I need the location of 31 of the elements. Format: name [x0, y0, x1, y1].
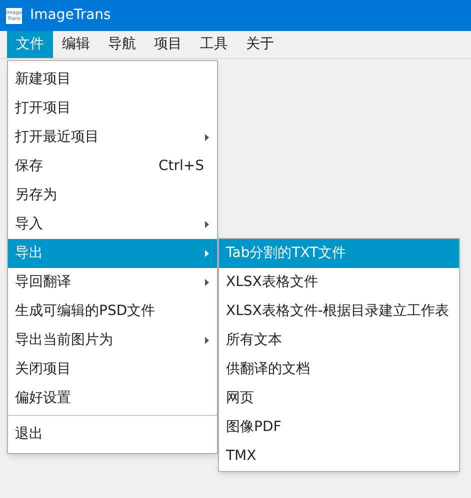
- menu-item[interactable]: 另存为: [8, 181, 217, 210]
- menu-item[interactable]: 偏好设置: [8, 384, 217, 413]
- shortcut-label: Ctrl+S: [158, 157, 204, 176]
- menu-item[interactable]: 导出当前图片为: [8, 326, 217, 355]
- menu-item[interactable]: XLSX表格文件: [219, 268, 459, 297]
- menu-item[interactable]: 打开最近项目: [8, 123, 217, 152]
- menu-item[interactable]: 图像PDF: [219, 413, 459, 442]
- menu-bar-item[interactable]: 编辑: [53, 31, 99, 58]
- menu-item[interactable]: 生成可编辑的PSD文件: [8, 297, 217, 326]
- menu-item[interactable]: 网页: [219, 384, 459, 413]
- submenu-arrow-icon: [205, 337, 209, 344]
- menu-item[interactable]: 所有文本: [219, 326, 459, 355]
- submenu-arrow-icon: [205, 221, 209, 228]
- menu-item[interactable]: 导入: [8, 210, 217, 239]
- menu-bar-item[interactable]: 工具: [191, 31, 237, 58]
- menu-bar-item[interactable]: 导航: [99, 31, 145, 58]
- menu-item[interactable]: 打开项目: [8, 94, 217, 123]
- menu-item[interactable]: XLSX表格文件-根据目录建立工作表: [219, 297, 459, 326]
- submenu-arrow-icon: [205, 134, 209, 141]
- submenu-arrow-icon: [205, 279, 209, 286]
- menu-item[interactable]: 导回翻译: [8, 268, 217, 297]
- menu-item[interactable]: 供翻译的文档: [219, 355, 459, 384]
- menu-item[interactable]: 关闭项目: [8, 355, 217, 384]
- submenu-arrow-icon: [205, 250, 209, 257]
- menu-bar-item[interactable]: 关于: [237, 31, 283, 58]
- menu-item[interactable]: 退出: [8, 415, 217, 449]
- window-title: ImageTrans: [30, 6, 111, 25]
- menu-item[interactable]: 新建项目: [8, 65, 217, 94]
- menu-item[interactable]: 保存 Ctrl+S: [8, 152, 217, 181]
- menu-item[interactable]: TMX: [219, 442, 459, 471]
- menu-bar-item[interactable]: 项目: [145, 31, 191, 58]
